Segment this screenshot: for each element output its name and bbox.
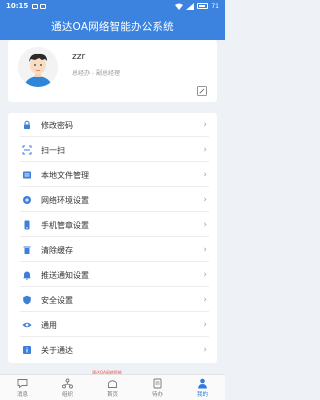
chevron-right-icon: › [203,170,207,180]
menu-label: 手机管章设置 [41,220,89,230]
menu-label: 清除缓存 [41,245,73,255]
edit-icon[interactable] [197,86,207,96]
menu-label: 修改密码 [41,120,73,130]
divider [20,286,209,287]
menu-item-push-settings[interactable]: 推送通知设置 › [8,263,217,287]
profile-card[interactable]: zzr 总经办 - 副总经理 [8,40,217,102]
avatar[interactable] [18,47,58,87]
notification-icon [32,3,39,9]
menu-label: 通用 [41,320,57,330]
divider [20,186,209,187]
info-icon [22,345,32,355]
network-icon [22,195,32,205]
menu-item-local-files[interactable]: 本地文件管理 › [8,163,217,187]
org-icon [62,378,73,388]
menu-label: 推送通知设置 [41,270,89,280]
user-icon [198,378,207,388]
menu-item-phone-settings[interactable]: 手机管章设置 › [8,213,217,237]
notification-icon [40,3,47,9]
message-icon [17,378,28,388]
system-icons: 71 [175,2,219,10]
tab-label: 组织 [61,391,73,398]
tab-label: 消息 [16,391,28,398]
chevron-right-icon: › [203,345,207,355]
bottom-tab-bar: 消息 组织 首页 待办 我的 [0,374,225,400]
shield-icon [22,295,32,305]
menu-label: 网络环境设置 [41,195,89,205]
chevron-right-icon: › [203,295,207,305]
menu-item-security-settings[interactable]: 安全设置 › [8,288,217,312]
menu-item-scan[interactable]: 扫一扫 › [8,138,217,162]
battery-level: 71 [211,2,219,10]
app-header: 通达OA网络智能办公系统 [0,12,225,40]
chevron-right-icon: › [203,195,207,205]
menu-label: 关于通达 [41,345,73,355]
menu-item-clear-cache[interactable]: 清除缓存 › [8,238,217,262]
chevron-right-icon: › [203,270,207,280]
divider [20,336,209,337]
tab-me[interactable]: 我的 [180,375,225,400]
divider [20,161,209,162]
menu-item-change-password[interactable]: 修改密码 › [8,113,217,137]
tab-home[interactable]: 首页 [90,375,135,400]
lock-icon [22,120,32,130]
divider [20,236,209,237]
chevron-right-icon: › [203,245,207,255]
scan-icon [22,145,32,155]
signal-icon [186,2,195,10]
menu-label: 扫一扫 [41,145,65,155]
phone-icon [22,220,32,230]
chevron-right-icon: › [203,320,207,330]
battery-icon [197,3,209,9]
folder-icon [22,170,32,180]
avatar-image [18,47,58,87]
notification-icons [32,3,47,9]
profile-role: 总经办 - 副总经理 [72,70,120,77]
eye-icon [22,320,32,330]
chevron-right-icon: › [203,220,207,230]
divider [20,211,209,212]
tab-messages[interactable]: 消息 [0,375,45,400]
divider [20,261,209,262]
menu-label: 安全设置 [41,295,73,305]
status-time: 10:15 [6,2,29,10]
menu-item-network-settings[interactable]: 网络环境设置 › [8,188,217,212]
tab-label: 待办 [151,391,163,398]
menu-item-about[interactable]: 关于通达 › [8,338,217,362]
tab-todo[interactable]: 待办 [135,375,180,400]
profile-name: zzr [72,52,86,62]
settings-menu: 修改密码 › 扫一扫 › 本地文件管理 › 网络环境设置 › 手机管章设置 › [8,113,217,363]
chevron-right-icon: › [203,120,207,130]
tab-label: 我的 [196,391,208,398]
tab-label: 首页 [106,391,118,398]
todo-icon [153,378,162,388]
tab-organization[interactable]: 组织 [45,375,90,400]
trash-icon [22,245,32,255]
home-icon [108,379,117,388]
bell-icon [22,270,32,280]
menu-label: 本地文件管理 [41,170,89,180]
status-bar: 10:15 71 [0,0,225,12]
divider [20,136,209,137]
divider [20,311,209,312]
wifi-icon [175,3,184,10]
chevron-right-icon: › [203,145,207,155]
menu-item-general[interactable]: 通用 › [8,313,217,337]
page-title: 通达OA网络智能办公系统 [51,20,174,33]
